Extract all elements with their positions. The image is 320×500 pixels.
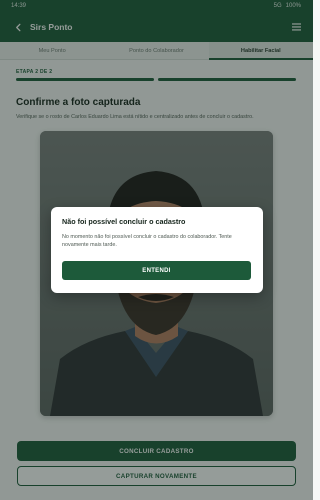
dialog-ok-button[interactable]: ENTENDI — [62, 261, 251, 280]
dialog-message: No momento não foi possível concluir o c… — [62, 234, 232, 248]
dialog-title: Não foi possível concluir o cadastro — [62, 217, 186, 226]
error-dialog: Não foi possível concluir o cadastro No … — [51, 207, 263, 293]
